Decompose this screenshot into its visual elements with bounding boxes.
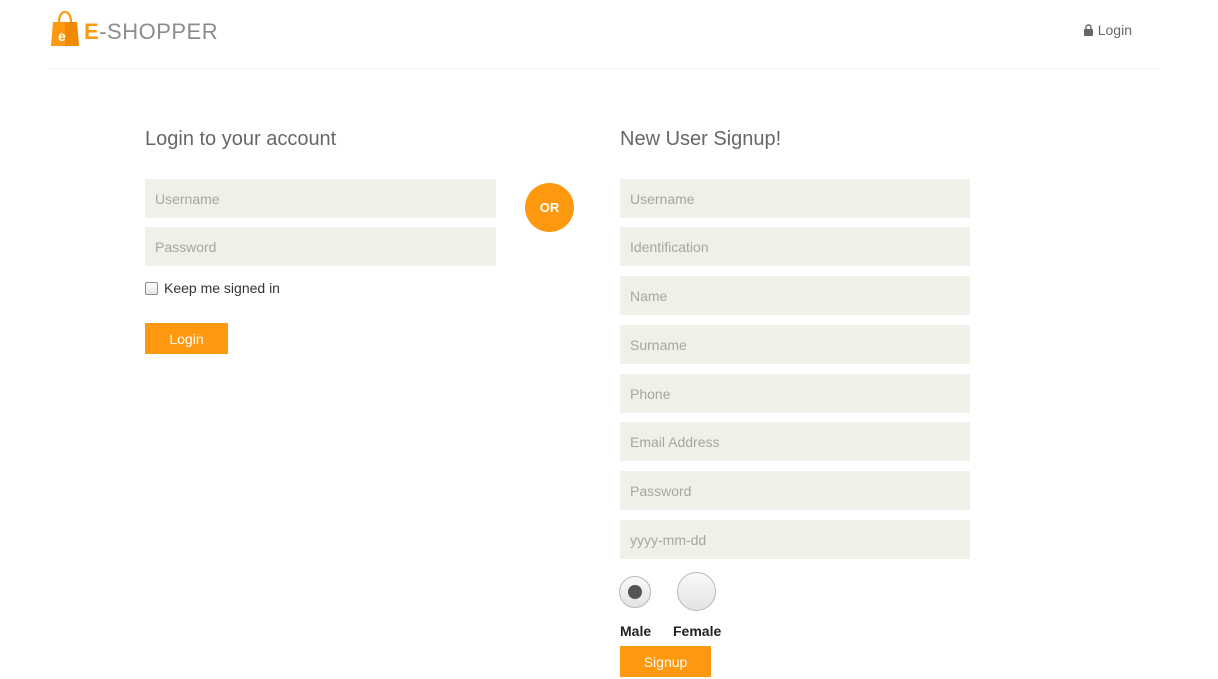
keep-signed-in[interactable]: Keep me signed in [145, 280, 280, 296]
gender-female-radio[interactable] [677, 572, 716, 611]
gender-female-label: Female [673, 623, 722, 639]
signup-button[interactable]: Signup [620, 646, 711, 677]
login-button[interactable]: Login [145, 323, 228, 354]
header: e E-SHOPPER Login [0, 0, 1218, 70]
signup-title: New User Signup! [620, 128, 782, 150]
signup-phone-input[interactable] [620, 374, 970, 413]
login-title: Login to your account [145, 128, 337, 150]
signup-password-input[interactable] [620, 471, 970, 510]
logo[interactable]: e E-SHOPPER [50, 11, 218, 47]
header-login-link[interactable]: Login [1083, 22, 1132, 38]
keep-signed-in-checkbox[interactable] [145, 281, 158, 295]
signup-identification-input[interactable] [620, 227, 970, 266]
signup-surname-input[interactable] [620, 325, 970, 364]
keep-signed-in-label: Keep me signed in [164, 280, 280, 296]
logo-text-suffix: -SHOPPER [99, 19, 219, 44]
header-divider [48, 68, 1160, 69]
login-username-input[interactable] [145, 179, 496, 218]
signup-email-input[interactable] [620, 422, 970, 461]
gender-male-label: Male [620, 623, 652, 639]
signup-birthdate-input[interactable] [620, 520, 970, 559]
logo-text-prefix: E [84, 19, 100, 44]
lock-icon [1083, 24, 1093, 36]
svg-text:e: e [58, 28, 66, 44]
radio-selected-dot [628, 585, 642, 599]
signup-name-input[interactable] [620, 276, 970, 315]
or-separator: OR [525, 183, 574, 232]
shopping-bag-icon: e [51, 11, 79, 46]
gender-male-radio[interactable] [619, 576, 651, 608]
logo-text: E-SHOPPER [84, 19, 218, 45]
login-password-input[interactable] [145, 227, 496, 266]
header-login-label: Login [1097, 22, 1132, 38]
signup-username-input[interactable] [620, 179, 970, 218]
